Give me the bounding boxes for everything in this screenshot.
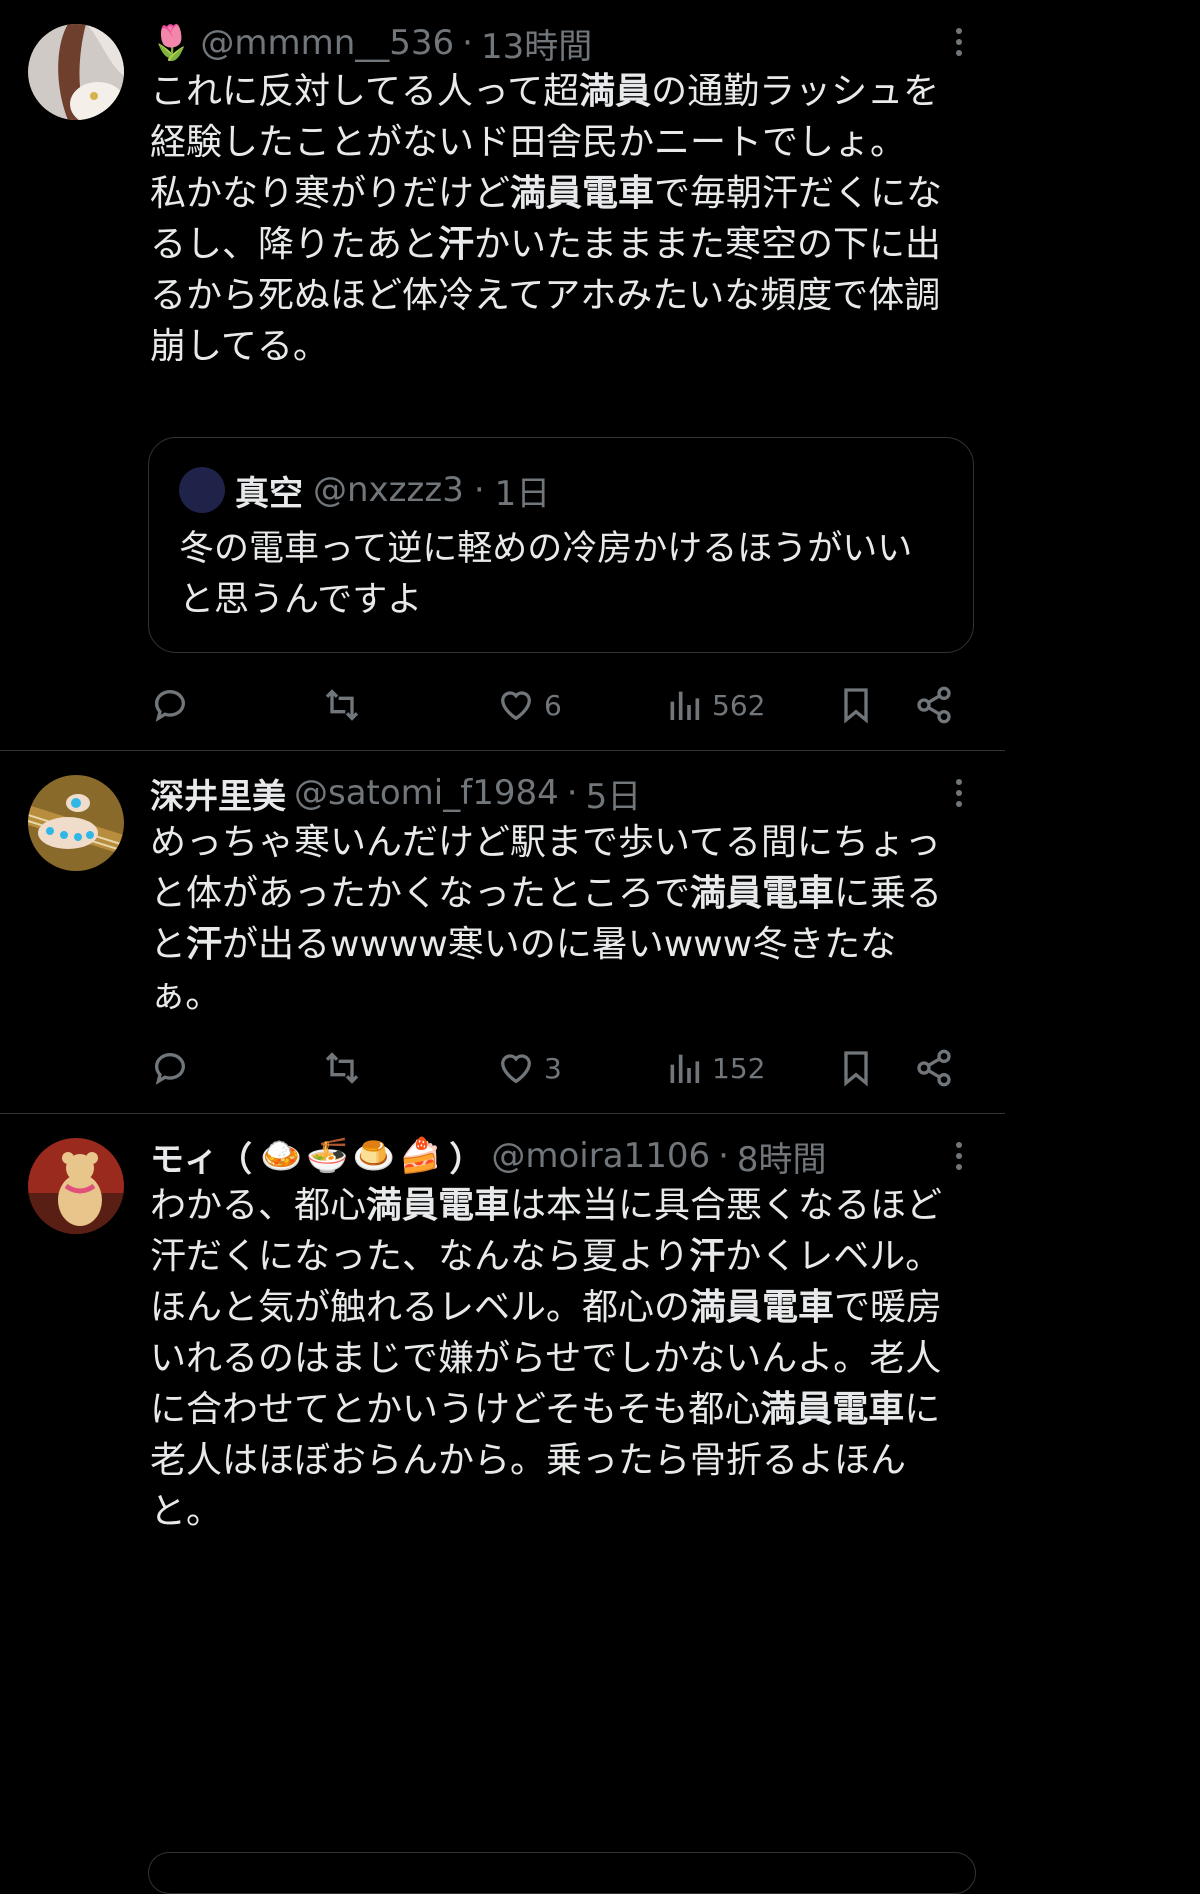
- share-button[interactable]: [914, 1043, 954, 1093]
- quoted-post-text: 冬の電車って逆に軽めの冷房かけるほうがいいと思うんですよ: [179, 529, 913, 620]
- more-icon[interactable]: [949, 773, 969, 813]
- timestamp[interactable]: 5日: [586, 771, 642, 816]
- user-name[interactable]: 深井里美: [150, 771, 286, 816]
- avatar[interactable]: [28, 775, 124, 871]
- user-name-end: ）: [449, 1139, 484, 1179]
- cake-emoji: 🍰: [399, 1136, 442, 1176]
- like-count: 6: [544, 688, 562, 722]
- highlighted-text: 汗: [689, 1236, 726, 1277]
- quoted-post[interactable]: 真空 @nxzzz3 · 1日 冬の電車って逆に軽めの冷房かけるほうがいいと思う…: [148, 437, 974, 653]
- highlighted-text: 満員電車: [760, 1389, 905, 1430]
- more-icon[interactable]: [949, 22, 969, 62]
- action-bar: 6 562: [150, 680, 970, 730]
- bookmark-icon: [844, 1051, 868, 1087]
- highlighted-text: 汗: [438, 224, 475, 265]
- user-handle: @nxzzz3: [313, 470, 464, 510]
- quoted-post-header: 真空 @nxzzz3 · 1日: [179, 466, 550, 514]
- user-name[interactable]: モィ（: [150, 1134, 252, 1179]
- post[interactable]: モィ（ 🍛 🍜 🍮 🍰 ） @moira1106 · 8時間 わかる、都心満員電…: [0, 1114, 1005, 1874]
- views-button[interactable]: 152: [664, 1043, 765, 1093]
- user-name: 真空: [235, 473, 303, 514]
- pudding-emoji: 🍮: [352, 1136, 396, 1176]
- bookmark-button[interactable]: [836, 1043, 876, 1093]
- retweet-button[interactable]: [322, 680, 362, 730]
- timestamp[interactable]: 8時間: [737, 1134, 827, 1179]
- user-handle[interactable]: @moira1106: [491, 1136, 710, 1176]
- share-button[interactable]: [914, 680, 954, 730]
- highlighted-text: 満員電車: [690, 873, 835, 914]
- reply-icon: [155, 1053, 185, 1085]
- view-count: 152: [712, 1051, 766, 1085]
- avatar[interactable]: [28, 24, 124, 120]
- name-emoji: 🍛 🍜 🍮 🍰: [260, 1136, 441, 1176]
- retweet-icon: [325, 689, 359, 721]
- reply-icon: [155, 690, 185, 722]
- avatar[interactable]: [28, 1138, 124, 1234]
- display-emoji: 🌷: [150, 23, 193, 63]
- reply-button[interactable]: [150, 680, 190, 730]
- separator: ·: [473, 470, 485, 510]
- quoted-post-partial[interactable]: [148, 1852, 976, 1894]
- post-text: めっちゃ寒いんだけど駅まで歩いてる間にちょっと体があったかくなったところで満員電…: [150, 822, 943, 1016]
- reply-button[interactable]: [150, 1043, 190, 1093]
- views-icon: [670, 691, 700, 720]
- highlighted-text: 満員電車: [366, 1185, 511, 1226]
- avatar: [179, 467, 225, 513]
- post-header: モィ（ 🍛 🍜 🍮 🍰 ） @moira1106 · 8時間: [150, 1134, 945, 1178]
- ramen-emoji: 🍜: [306, 1136, 349, 1176]
- retweet-icon: [325, 1052, 359, 1084]
- share-icon: [917, 686, 951, 724]
- action-bar: 3 152: [150, 1043, 970, 1093]
- highlighted-text: 汗: [186, 924, 223, 965]
- highlighted-text: 満員電車: [510, 173, 655, 214]
- separator: ·: [566, 773, 578, 813]
- more-icon[interactable]: [949, 1136, 969, 1176]
- view-count: 562: [712, 688, 766, 722]
- bookmark-button[interactable]: [836, 680, 876, 730]
- post[interactable]: 🌷 @mmmn__536 · 13時間 これに反対してる人って超満員の通勤ラッシ…: [0, 0, 1005, 750]
- retweet-button[interactable]: [322, 1043, 362, 1093]
- separator: ·: [462, 23, 473, 63]
- timestamp[interactable]: 13時間: [481, 21, 592, 66]
- views-icon: [670, 1054, 700, 1083]
- highlighted-text: 満員: [579, 71, 652, 112]
- post[interactable]: 深井里美 @satomi_f1984 · 5日 めっちゃ寒いんだけど駅まで歩いて…: [0, 751, 1005, 1113]
- views-button[interactable]: 562: [664, 680, 765, 730]
- like-count: 3: [544, 1051, 562, 1085]
- heart-icon: [500, 1054, 532, 1084]
- like-button[interactable]: 3: [496, 1043, 562, 1093]
- highlighted-text: 満員電車: [690, 1287, 835, 1328]
- user-handle[interactable]: @satomi_f1984: [294, 773, 559, 813]
- post-text: これに反対してる人って超満員の通勤ラッシュを経験したことがないド田舎民かニートで…: [150, 71, 943, 367]
- user-handle[interactable]: @mmmn__536: [200, 23, 454, 63]
- post-header: 🌷 @mmmn__536 · 13時間: [150, 21, 945, 65]
- post-text: わかる、都心満員電車は本当に具合悪くなるほど汗だくになった、なんなら夏より汗かく…: [150, 1185, 943, 1532]
- separator: ·: [718, 1136, 729, 1176]
- heart-icon: [500, 691, 532, 721]
- like-button[interactable]: 6: [496, 680, 562, 730]
- post-header: 深井里美 @satomi_f1984 · 5日: [150, 771, 945, 815]
- timestamp: 1日: [494, 473, 551, 514]
- bookmark-icon: [844, 688, 868, 724]
- curry-emoji: 🍛: [260, 1136, 303, 1176]
- share-icon: [917, 1049, 951, 1087]
